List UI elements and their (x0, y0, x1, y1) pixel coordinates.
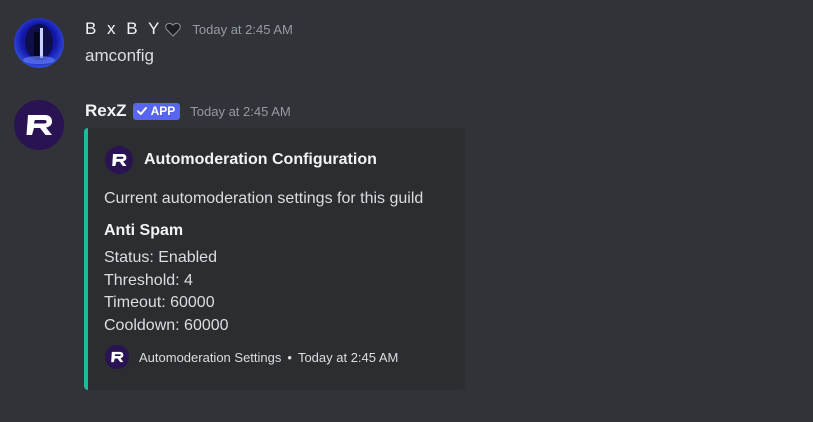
app-badge-label: APP (150, 103, 176, 118)
embed-field-name: Anti Spam (104, 222, 184, 239)
message-timestamp: Today at 2:45 AM (190, 103, 291, 119)
check-icon (136, 105, 148, 117)
embed-footer-text: Automoderation Settings (139, 349, 282, 365)
embed-footer: Automoderation Settings • Today at 2:45 … (105, 345, 398, 369)
field-line-threshold: Threshold: 4 (104, 271, 193, 289)
rexz-logo-icon (105, 345, 129, 369)
message-header: RexZ APP Today at 2:45 AM (85, 98, 291, 124)
message-header: B x B Y Today at 2:45 AM (85, 16, 293, 42)
field-line-status: Status: Enabled (104, 249, 217, 266)
avatar-bxby[interactable] (14, 18, 64, 68)
message-content: amconfig (85, 46, 154, 65)
avatar-image (23, 24, 55, 64)
username[interactable]: B x B Y (85, 19, 162, 39)
embed-footer-separator: • (287, 349, 292, 365)
username[interactable]: RexZ (85, 101, 127, 121)
embed-title: Automoderation Configuration (144, 151, 377, 168)
message-timestamp: Today at 2:45 AM (192, 21, 293, 37)
chat-area: B x B Y Today at 2:45 AM amconfig RexZ A… (0, 0, 813, 422)
embed-field-value: Status: Enabled Threshold: 4 Timeout: 60… (104, 247, 229, 337)
avatar-rexz[interactable] (14, 100, 64, 150)
rexz-logo-icon (105, 146, 133, 174)
embed-author: Automoderation Configuration (105, 146, 377, 174)
black-heart-icon (164, 20, 182, 38)
field-line-cooldown: Cooldown: 60000 (104, 316, 229, 334)
embed-description: Current automoderation settings for this… (104, 190, 424, 207)
rexz-logo-icon (14, 100, 64, 150)
field-line-timeout: Timeout: 60000 (104, 294, 215, 311)
embed-footer-timestamp: Today at 2:45 AM (297, 349, 399, 365)
embed: Automoderation Configuration Current aut… (84, 128, 465, 390)
app-badge: APP (132, 102, 181, 120)
